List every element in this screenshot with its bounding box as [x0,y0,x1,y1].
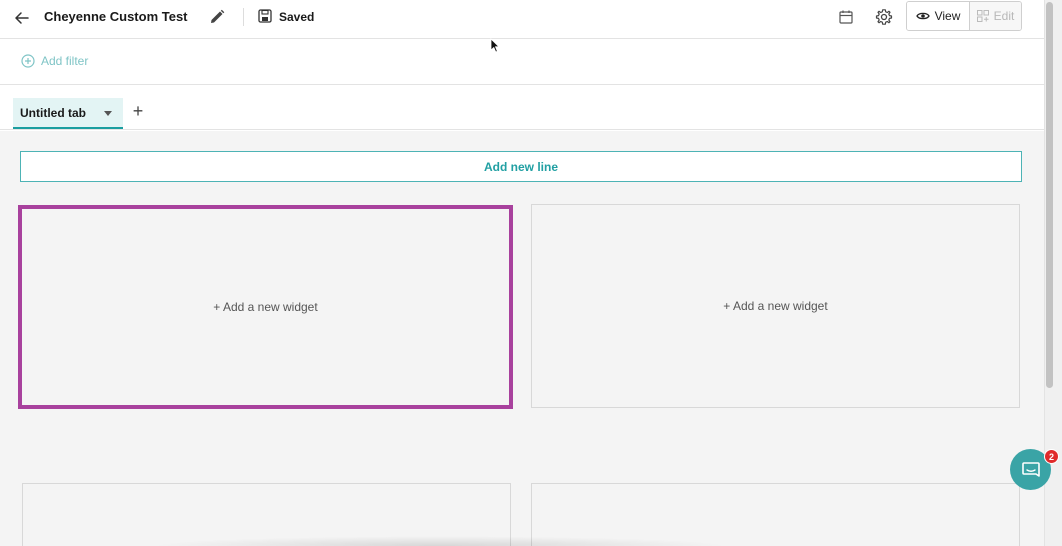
dashboard-title: Cheyenne Custom Test [44,9,188,24]
tab-bar: Untitled tab + [0,86,1044,130]
add-widget-label: + Add a new widget [213,300,318,314]
mouse-cursor-icon [490,38,500,53]
eye-icon [915,12,930,20]
notification-badge: 2 [1044,449,1059,464]
add-widget-label: + Add a new widget [723,299,828,313]
chevron-down-icon[interactable] [104,111,112,116]
tab-label: Untitled tab [20,105,86,120]
plus-circle-icon [21,54,35,68]
add-filter-button[interactable]: Add filter [21,54,88,68]
drop-shadow [150,536,730,546]
edit-label: Edit [993,9,1015,23]
add-tab-button[interactable]: + [130,102,146,120]
back-arrow-icon[interactable] [12,8,32,28]
tab-untitled[interactable]: Untitled tab [13,98,123,129]
widget-placeholder[interactable]: + Add a new widget [531,204,1020,408]
calendar-icon[interactable] [838,9,854,25]
gear-icon[interactable] [875,8,893,26]
view-edit-toggle: View Edit [906,1,1022,31]
chat-bubble-icon [1021,461,1040,477]
view-button[interactable]: View [907,2,970,30]
grid-icon [976,10,989,22]
view-label: View [934,9,961,23]
scrollbar-thumb[interactable] [1046,2,1053,388]
top-bar: Cheyenne Custom Test Saved View Edit [0,0,1044,39]
widget-placeholder[interactable]: + Add a new widget [18,205,513,409]
filter-bar: Add filter [0,40,1044,85]
add-filter-label: Add filter [41,54,89,68]
add-new-line-button[interactable]: Add new line [20,151,1022,182]
dashboard-canvas: Add new line + Add a new widget + Add a … [0,131,1044,546]
divider [243,8,244,26]
pencil-icon[interactable] [208,8,226,26]
save-icon [258,9,272,23]
save-status: Saved [279,10,315,24]
edit-button[interactable]: Edit [970,2,1021,30]
